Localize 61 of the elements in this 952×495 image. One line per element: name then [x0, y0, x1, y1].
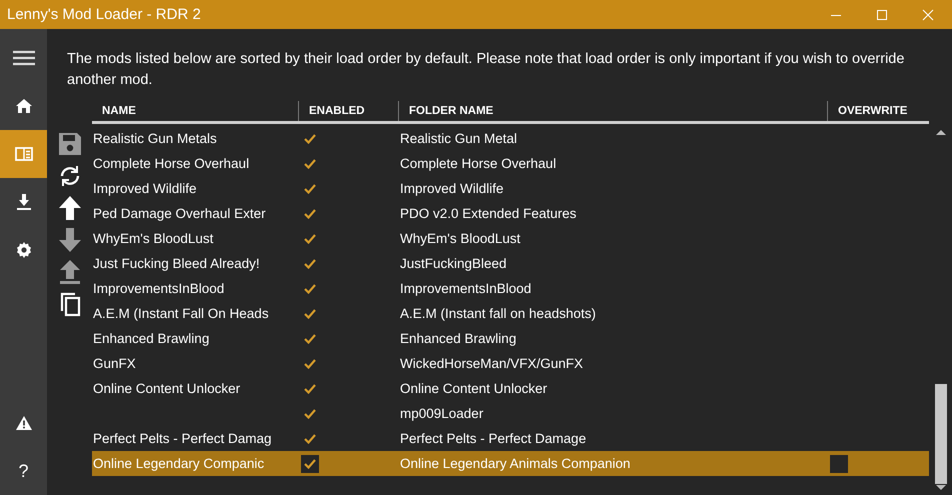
enabled-checkbox[interactable] [301, 454, 319, 472]
warning-icon[interactable] [16, 416, 32, 430]
mod-row[interactable]: Enhanced Brawling Enhanced Brawling [92, 326, 929, 351]
mod-row[interactable]: ImprovementsInBlood ImprovementsInBlood [92, 276, 929, 301]
mod-row[interactable]: Just Fucking Bleed Already! JustFuckingBleed [92, 251, 929, 276]
table-cell: A.E.M (Instant Fall On Heads [93, 306, 269, 321]
table-cell: Realistic Gun Metal [400, 131, 518, 146]
download-icon [16, 194, 30, 210]
table-cell: Enhanced Brawling [93, 331, 210, 346]
table-cell: Complete Horse Overhaul [93, 156, 250, 171]
table-cell: Perfect Pelts - Perfect Damage [400, 431, 586, 446]
table-cell: Improved Wildlife [93, 181, 197, 196]
scrollbar-thumb[interactable] [935, 384, 947, 484]
mod-row[interactable]: mp009Loader [92, 401, 929, 426]
arrow-up-icon[interactable] [56, 195, 82, 221]
table-cell: WickedHorseMan/VFX/GunFX [400, 356, 584, 371]
mod-row[interactable]: Ped Damage Overhaul Exter PDO v2.0 Extended Features [92, 201, 929, 226]
table-cell: ImprovementsInBlood [93, 281, 224, 296]
table-cell: ImprovementsInBlood [400, 281, 532, 296]
mod-row[interactable]: WhyEm's BloodLust WhyEm's BloodLust [92, 226, 929, 251]
help-button[interactable]: ? [18, 460, 28, 482]
settings-icon [16, 242, 32, 258]
table-cell: JustFuckingBleed [400, 256, 507, 271]
table-cell: A.E.M (Instant fall on headshots) [400, 306, 596, 321]
table-cell: WhyEm's BloodLust [93, 231, 214, 246]
table-cell: Online Legendary Animals Companion [400, 456, 630, 471]
mod-row[interactable]: Realistic Gun Metals Realistic Gun Metal [92, 126, 929, 151]
mod-row[interactable]: Perfect Pelts - Perfect Damag Perfect Pelts - Perfect Damage [92, 426, 929, 451]
table-cell: WhyEm's BloodLust [400, 231, 520, 246]
menu-icon [12, 50, 34, 66]
table-cell: mp009Loader [400, 406, 484, 421]
table-cell: Online Legendary Companic [93, 456, 264, 471]
mod-row[interactable]: GunFX WickedHorseMan/VFX/GunFX [92, 351, 929, 376]
book-icon [14, 147, 32, 161]
column-header[interactable]: NAME [92, 101, 298, 121]
table-cell: Enhanced Brawling [400, 331, 516, 346]
mod-row[interactable]: Online Content Unlocker Online Content Unlocker [92, 376, 929, 401]
table-cell: Perfect Pelts - Perfect Damag [93, 431, 272, 446]
column-header[interactable]: OVERWRITE [827, 101, 912, 121]
table-cell: Improved Wildlife [400, 181, 504, 196]
scroll-up-icon[interactable] [935, 128, 947, 136]
table-cell: Online Content Unlocker [93, 381, 240, 396]
mod-row[interactable]: Improved Wildlife Improved Wildlife [92, 176, 929, 201]
table-cell: Ped Damage Overhaul Exter [93, 206, 266, 221]
column-header[interactable]: FOLDER NAME [398, 101, 827, 121]
description-text: The mods listed below are sorted by their load order by default. Please note that load order is only important if you wish to override another mod. [67, 50, 906, 90]
close-icon[interactable] [922, 8, 934, 20]
table-cell: Complete Horse Overhaul [400, 156, 556, 171]
overwrite-checkbox[interactable] [830, 454, 848, 472]
mod-row[interactable]: Online Legendary Companic Online Legendary Animals Companion [92, 451, 929, 476]
home-icon [16, 99, 32, 113]
table-cell: PDO v2.0 Extended Features [400, 206, 576, 221]
mod-row[interactable]: A.E.M (Instant Fall On Heads A.E.M (Instant fall on headshots) [92, 301, 929, 326]
maximize-icon[interactable] [876, 8, 888, 20]
table-cell: Just Fucking Bleed Already! [93, 256, 260, 271]
table-cell: GunFX [93, 356, 136, 371]
window-title: Lenny's Mod Loader - RDR 2 [7, 6, 201, 23]
table-cell: Online Content Unlocker [400, 381, 548, 396]
column-header[interactable]: ENABLED [298, 101, 398, 121]
mod-row[interactable]: Complete Horse Overhaul Complete Horse Overhaul [92, 151, 929, 176]
table-cell: Realistic Gun Metals [93, 131, 217, 146]
